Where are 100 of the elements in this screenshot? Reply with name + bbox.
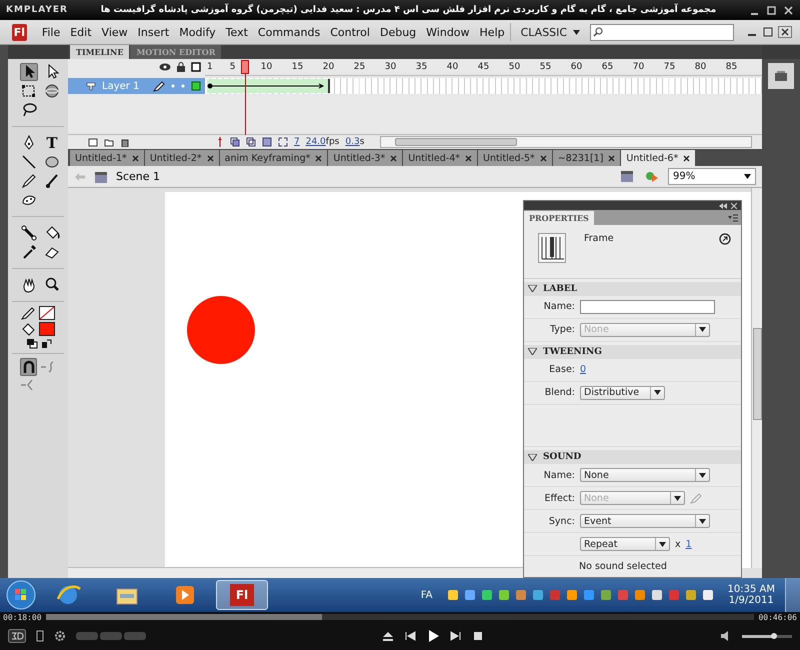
scene-name[interactable]: Scene 1 [116,170,160,183]
dropdown[interactable]: Event [580,514,710,528]
onion-outline-icon[interactable] [246,137,256,147]
tray-icon[interactable] [684,589,697,601]
menu-item[interactable]: Window [421,24,475,40]
document-tab[interactable]: anim Keyframing* [220,150,328,166]
close-icon[interactable] [783,4,794,16]
settings-icon[interactable] [54,630,66,642]
menu-item[interactable]: View [96,24,133,40]
close-icon[interactable] [683,154,690,162]
edit-scene-icon[interactable] [620,170,636,184]
play-icon[interactable] [426,629,440,643]
outline-square-icon[interactable] [191,62,201,72]
text-field[interactable] [580,300,715,314]
tray-icon[interactable] [600,589,612,601]
close-icon[interactable] [608,154,616,162]
tray-icon[interactable] [566,589,578,601]
trash-icon[interactable] [120,137,130,147]
line-tool[interactable] [20,153,38,171]
ease-value[interactable]: 0 [580,364,586,376]
document-tab[interactable]: Untitled-2* [144,150,219,166]
menu-item[interactable]: Insert [132,24,174,40]
eye-icon[interactable] [159,62,171,72]
panel-tab[interactable]: TIMELINE [70,45,130,59]
document-tab[interactable]: Untitled-1* [70,150,144,166]
document-tab[interactable]: Untitled-4* [403,150,477,166]
start-button-icon[interactable] [6,580,36,610]
stop-icon[interactable] [472,630,484,642]
menu-item[interactable]: Debug [374,24,422,40]
dropdown[interactable]: Repeat [580,537,670,552]
previous-icon[interactable] [404,630,416,642]
fill-color-swatch[interactable] [39,322,55,336]
playlist-icon[interactable] [36,630,44,642]
edit-symbols-icon[interactable] [644,170,660,184]
close-icon[interactable] [132,154,139,162]
document-tab[interactable]: Untitled-6* [621,150,696,166]
vertical-scrollbar[interactable] [751,188,762,568]
close-icon[interactable] [778,26,792,38]
menu-item[interactable]: Control [325,24,375,40]
snap-magnet-button[interactable] [20,358,37,376]
tray-icon[interactable] [702,589,714,601]
new-folder-icon[interactable] [104,137,114,147]
language-indicator[interactable]: FA [420,590,433,600]
section-header[interactable]: SOUND [524,450,741,464]
library-panel-button[interactable] [768,63,794,89]
dropdown[interactable]: None [580,468,710,482]
selection-arrow-tool[interactable] [20,63,38,81]
close-icon[interactable] [206,154,214,162]
edit-frames-icon[interactable] [262,137,272,147]
center-frame-icon[interactable] [216,137,224,147]
markers-icon[interactable] [278,137,288,147]
volume-slider[interactable] [742,634,792,638]
clock[interactable]: 10:35 AM 1/9/2011 [728,584,775,606]
section-header[interactable]: LABEL [524,282,741,296]
tray-icon[interactable] [446,589,459,601]
pencil-tool[interactable] [20,172,38,190]
next-icon[interactable] [450,630,462,642]
dropdown[interactable]: Distributive [580,386,665,400]
onion-skin-icon[interactable] [230,137,240,147]
menu-item[interactable]: Modify [174,24,221,40]
tray-icon[interactable] [532,589,544,601]
menu-item[interactable]: File [36,24,66,40]
new-layer-icon[interactable] [88,137,98,147]
3d-icon[interactable] [8,629,26,643]
frame-rate[interactable]: 24.0 [306,137,326,147]
maximize-icon[interactable] [766,4,777,16]
free-transform-tool[interactable] [20,82,38,100]
panel-tab[interactable]: PROPERTIES [524,210,594,225]
show-desktop-button[interactable] [785,578,800,612]
repeat-count[interactable]: 1 [686,538,692,550]
bone-tool[interactable] [20,224,38,242]
text-tool[interactable]: T [43,134,61,152]
tray-icon[interactable] [464,589,476,601]
sphere-tool[interactable] [43,82,61,100]
close-icon[interactable] [540,154,547,162]
tray-icon[interactable] [634,589,646,601]
section-header[interactable]: TWEENING [524,344,741,359]
stroke-color-swatch[interactable] [39,306,55,320]
menu-item[interactable]: Help [474,24,510,40]
volume-thumb[interactable] [770,632,776,638]
close-icon[interactable] [315,154,322,162]
search-field[interactable] [590,24,734,40]
menu-item[interactable]: Edit [65,24,97,40]
zoom-dropdown[interactable]: 99% [668,168,756,185]
menu-item[interactable]: Text [220,24,253,40]
taskbar-button[interactable]: Fl [216,580,268,610]
tray-icon[interactable] [480,589,493,601]
eject-icon[interactable] [382,630,394,642]
document-tab[interactable]: Untitled-3* [328,150,402,166]
help-icon[interactable] [719,232,731,245]
document-tab[interactable]: ~8231[1] [552,150,620,166]
default-colors-icon[interactable] [26,338,38,349]
panel-menu-icon[interactable] [728,214,738,222]
current-frame[interactable]: 7 [294,137,300,147]
tray-icon[interactable] [650,589,663,601]
document-tab[interactable]: Untitled-5* [478,150,552,166]
elapsed-time[interactable]: 0.3 [345,137,360,147]
horizontal-scrollbar[interactable] [380,136,752,148]
close-icon[interactable] [390,154,398,162]
tray-icon[interactable] [498,589,510,601]
